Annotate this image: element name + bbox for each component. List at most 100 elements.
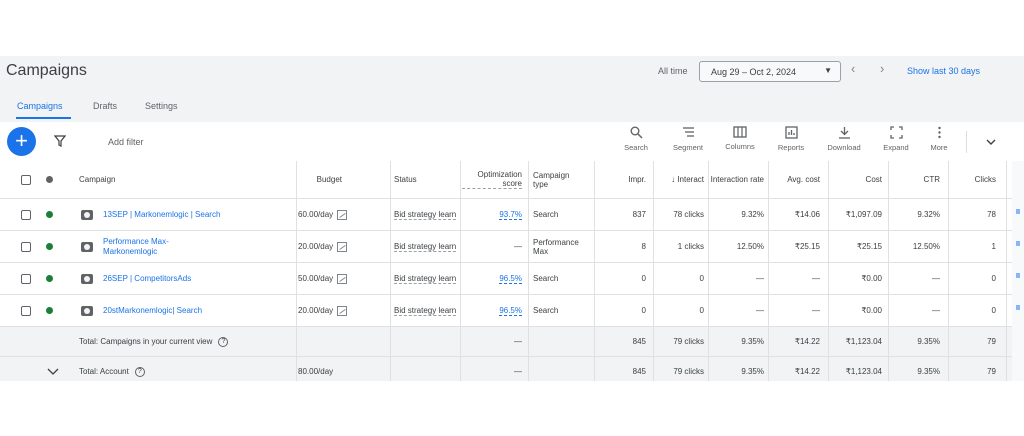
table-row[interactable]: 26SEP | CompetitorsAds 50.00/day Bid str… (0, 263, 1024, 295)
enabled-status-dot[interactable] (46, 199, 56, 230)
table-row[interactable]: 13SEP | Markonemlogic | Search 60.00/day… (0, 199, 1024, 231)
total-account-avg-cost: ₹14.22 (794, 367, 820, 376)
page-title: Campaigns (6, 62, 87, 79)
campaign-cell: 20stMarkonemlogic| Search (81, 295, 293, 326)
total-account-interaction-rate: 9.35% (741, 367, 764, 376)
col-cost[interactable]: Cost (830, 161, 882, 198)
search-tool-button[interactable]: Search (614, 126, 658, 152)
help-icon[interactable]: ? (134, 366, 145, 377)
total-clicks: 79 (987, 337, 996, 346)
col-clicks[interactable]: Clicks (950, 161, 996, 198)
col-interactions[interactable]: ↓ Interact (655, 161, 704, 198)
reports-tool-button[interactable]: Reports (769, 126, 813, 152)
total-view-label: Total: Campaigns in your current view (79, 337, 213, 346)
campaign-name-link[interactable]: 20stMarkonemlogic| Search (103, 306, 202, 316)
col-interaction-rate[interactable]: Interaction rate (710, 161, 764, 198)
clicks-value: 0 (991, 274, 996, 283)
enabled-status-dot[interactable] (46, 263, 56, 294)
col-ctr[interactable]: CTR (890, 161, 940, 198)
download-icon (838, 127, 850, 139)
column-divider (1006, 161, 1007, 381)
segment-tool-button[interactable]: Segment (666, 126, 710, 152)
budget-cell: 20.00/day (298, 295, 358, 326)
clicks-value: 1 (991, 242, 996, 251)
date-range-picker[interactable]: Aug 29 – Oct 2, 2024 ▼ (699, 61, 841, 82)
reports-icon (784, 126, 798, 139)
chevron-right-icon[interactable]: › (880, 61, 884, 76)
col-budget[interactable]: Budget (296, 161, 342, 198)
status-dot-header[interactable] (46, 161, 56, 198)
campaign-name-link[interactable]: 13SEP | Markonemlogic | Search (103, 210, 220, 220)
download-tool-button[interactable]: Download (822, 126, 866, 152)
budget-value[interactable]: 50.00/day (298, 274, 333, 283)
optimization-score-link[interactable]: 96.5% (499, 274, 522, 284)
tab-drafts[interactable]: Drafts (93, 101, 117, 111)
cost-value: ₹25.15 (856, 242, 882, 251)
col-status[interactable]: Status (394, 161, 454, 198)
chevron-left-icon[interactable]: ‹ (851, 61, 855, 76)
clicks-value: 0 (991, 306, 996, 315)
budget-value[interactable]: 60.00/day (298, 210, 333, 219)
more-tool-button[interactable]: More (917, 126, 961, 152)
budget-chart-icon[interactable] (337, 273, 348, 284)
horizontal-scroll-indicator[interactable] (1012, 161, 1024, 381)
budget-chart-icon[interactable] (337, 209, 348, 220)
segment-tool-label: Segment (672, 143, 704, 152)
avg-cost-value: — (812, 274, 820, 283)
campaign-name-link[interactable]: Performance Max- Markonemlogic (103, 237, 193, 257)
enabled-status-dot[interactable] (46, 231, 56, 262)
col-optimization-score[interactable]: Optimization score (462, 161, 522, 198)
campaign-name-link[interactable]: 26SEP | CompetitorsAds (103, 274, 191, 284)
row-checkbox[interactable] (21, 263, 35, 294)
columns-icon (733, 126, 747, 138)
total-account-row: Total: Account? 80.00/day — 845 79 click… (0, 357, 1024, 381)
table-row[interactable]: 20stMarkonemlogic| Search 20.00/day Bid … (0, 295, 1024, 327)
search-campaign-icon (81, 273, 93, 284)
add-filter-button[interactable]: Add filter (108, 137, 144, 147)
total-account-interactions: 79 clicks (673, 367, 704, 376)
status-value[interactable]: Bid strategy learn (394, 210, 457, 220)
tab-campaigns[interactable]: Campaigns (17, 101, 63, 111)
status-value[interactable]: Bid strategy learn (394, 306, 457, 316)
status-value[interactable]: Bid strategy learn (394, 274, 457, 284)
status-value[interactable]: Bid strategy learn (394, 242, 457, 252)
budget-value[interactable]: 20.00/day (298, 306, 333, 315)
chevron-down-icon[interactable] (985, 135, 997, 153)
budget-chart-icon[interactable] (337, 305, 348, 316)
columns-tool-button[interactable]: Columns (718, 126, 762, 151)
budget-value[interactable]: 20.00/day (298, 242, 333, 251)
download-tool-label: Download (827, 143, 861, 152)
optimization-score-link[interactable]: 93.7% (499, 210, 522, 220)
help-icon[interactable]: ? (218, 336, 229, 347)
col-avg-cost[interactable]: Avg. cost (770, 161, 820, 198)
impr-value: 8 (641, 242, 646, 251)
tab-settings[interactable]: Settings (145, 101, 178, 111)
optimization-score-link[interactable]: 96.5% (499, 306, 522, 316)
col-impr[interactable]: Impr. (596, 161, 646, 198)
campaign-cell: 26SEP | CompetitorsAds (81, 263, 293, 294)
interaction-rate-value: — (756, 274, 764, 283)
interactions-value: 0 (699, 306, 704, 315)
ctr-value: — (932, 306, 940, 315)
campaign-type-value: Search (533, 306, 559, 315)
budget-chart-icon[interactable] (337, 241, 348, 252)
row-checkbox[interactable] (21, 295, 35, 326)
cost-value: ₹0.00 (861, 306, 882, 315)
enabled-status-dot[interactable] (46, 295, 56, 326)
new-campaign-button[interactable]: + (7, 127, 36, 156)
expand-tool-button[interactable]: Expand (874, 126, 918, 152)
col-campaign-type[interactable]: Campaign type (533, 161, 579, 198)
row-checkbox[interactable] (21, 231, 35, 262)
scroll-marker (1016, 241, 1020, 246)
filter-icon[interactable] (53, 134, 67, 152)
col-campaign[interactable]: Campaign (79, 161, 279, 198)
optimization-score-cell: 93.7% (462, 199, 522, 230)
table-row[interactable]: Performance Max- Markonemlogic 20.00/day… (0, 231, 1024, 263)
select-all-checkbox[interactable] (21, 161, 35, 198)
row-checkbox[interactable] (21, 199, 35, 230)
chevron-down-icon[interactable] (47, 357, 61, 381)
budget-cell: 60.00/day (298, 199, 358, 230)
status-cell: Bid strategy learn (394, 263, 458, 294)
show-last-30-days-link[interactable]: Show last 30 days (907, 66, 980, 76)
optimization-score-cell: 96.5% (462, 263, 522, 294)
